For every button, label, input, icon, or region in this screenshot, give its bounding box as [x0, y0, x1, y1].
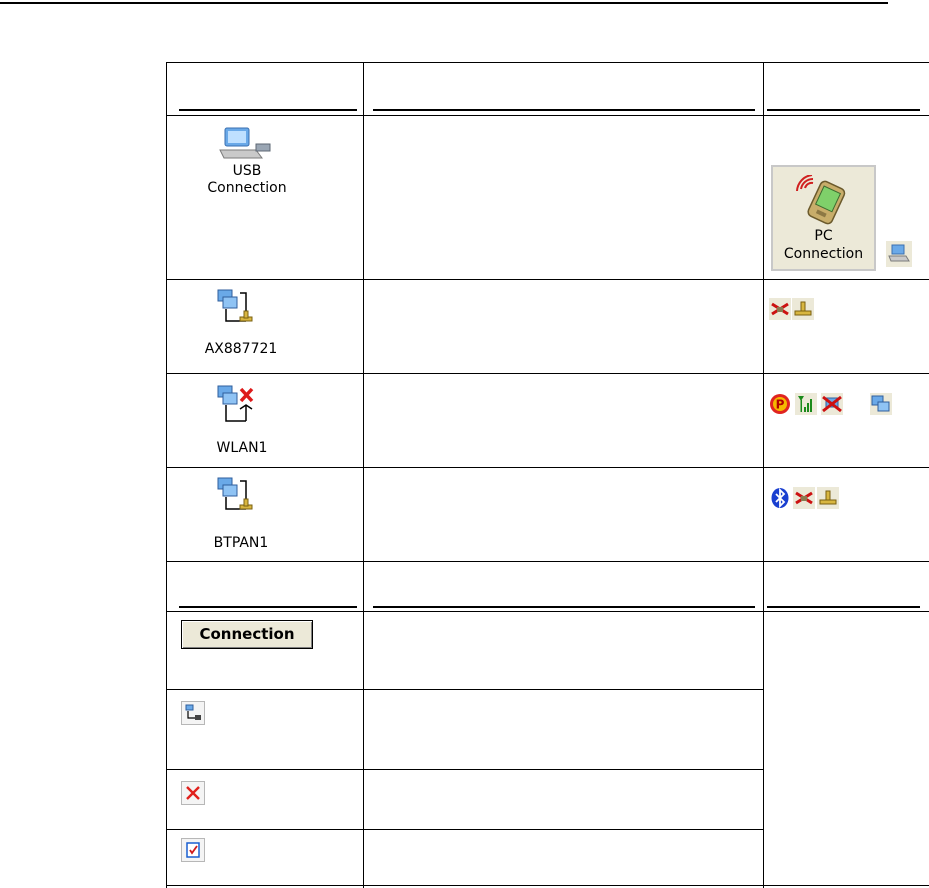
signal-strength-icon	[795, 393, 817, 415]
column-divider	[363, 62, 364, 888]
column-divider	[763, 62, 764, 888]
bluetooth-pan-icon[interactable]	[216, 475, 264, 523]
delete-icon[interactable]	[181, 781, 205, 805]
connection-button[interactable]: Connection	[181, 620, 313, 649]
section-underline	[179, 606, 357, 608]
row-divider	[166, 829, 764, 830]
section-underline	[373, 606, 755, 608]
wireless-adapter-icon[interactable]	[216, 381, 264, 435]
pc-connection-button[interactable]: PC Connection	[771, 165, 876, 271]
header-underline	[767, 109, 920, 111]
ax887721-label: AX887721	[204, 341, 278, 357]
row-divider	[166, 115, 929, 116]
row-divider	[166, 279, 929, 280]
properties-icon[interactable]	[181, 838, 205, 862]
p-icon: P	[769, 393, 791, 415]
section-underline	[767, 606, 920, 608]
network-settings-icon[interactable]	[181, 701, 205, 725]
btpan1-label: BTPAN1	[213, 535, 269, 551]
ethernet-adapter-icon[interactable]	[216, 287, 264, 335]
wlan-disconnected-icon	[821, 393, 843, 415]
row-divider	[166, 373, 929, 374]
row-divider	[166, 769, 764, 770]
usb-connection-icon[interactable]	[216, 126, 272, 162]
header-underline	[373, 109, 755, 111]
page-top-rule	[0, 2, 888, 4]
network-connected-icon	[792, 298, 814, 320]
row-divider	[166, 561, 929, 562]
pc-connection-label: PC Connection	[783, 228, 864, 262]
wlan-connected-icon	[870, 393, 892, 415]
row-divider	[166, 467, 929, 468]
disconnected-icon	[769, 298, 791, 320]
svg-text:P: P	[776, 398, 785, 412]
usb-connection-label: USB Connection	[207, 163, 287, 196]
pda-signal-icon	[796, 175, 846, 225]
disconnected-icon	[793, 487, 815, 509]
bluetooth-icon	[769, 487, 791, 509]
network-connected-icon	[817, 487, 839, 509]
header-underline	[179, 109, 357, 111]
row-divider	[166, 611, 929, 612]
usb-tray-icon[interactable]	[886, 241, 912, 267]
row-divider	[166, 689, 764, 690]
wlan1-label: WLAN1	[216, 440, 268, 456]
